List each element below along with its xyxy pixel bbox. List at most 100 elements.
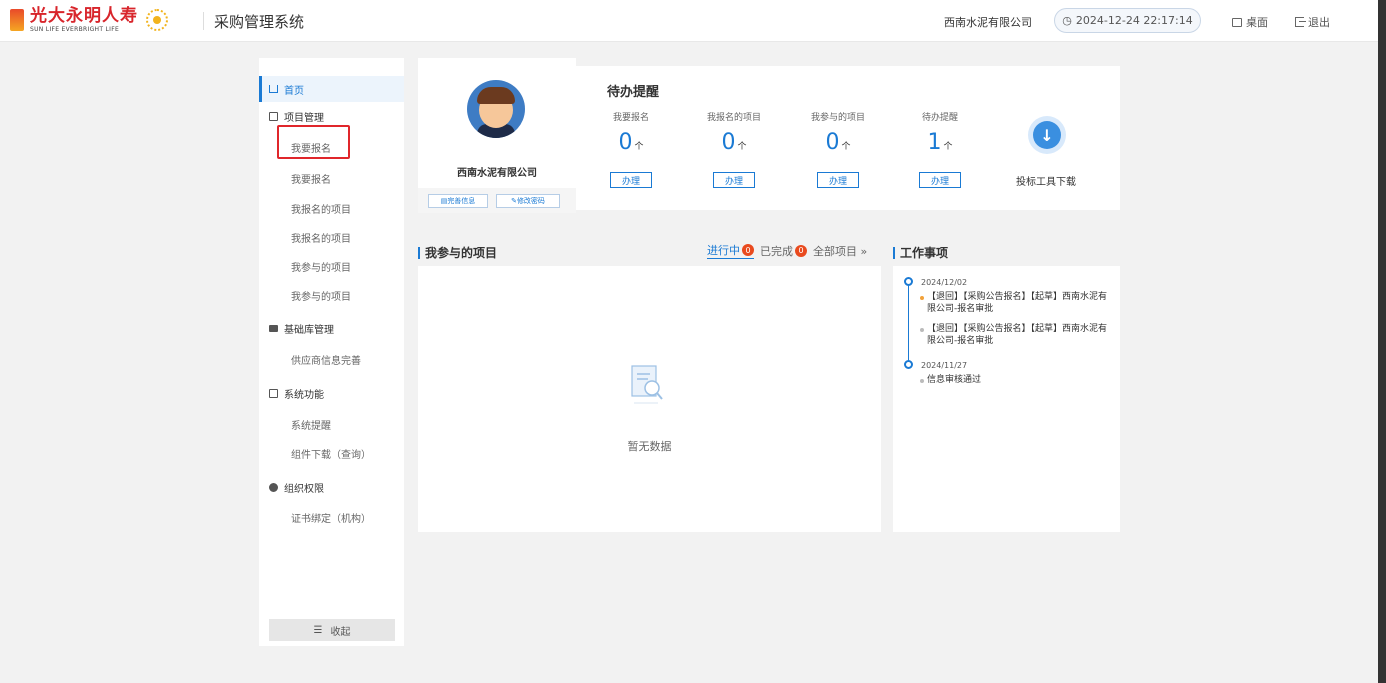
tab-all-projects[interactable]: 全部项目 » — [813, 243, 867, 259]
desktop-icon — [1232, 17, 1242, 27]
projects-tabs: 进行中 0 已完成 0 全部项目 » — [707, 242, 867, 259]
download-arrow-icon: ↓ — [1033, 121, 1061, 149]
complete-info-label: 完善信息 — [447, 197, 476, 205]
datetime-text: 2024-12-24 22:17:14 — [1075, 14, 1193, 27]
complete-info-button[interactable]: ▤ 完善信息 — [428, 194, 488, 208]
projects-heading: 我参与的项目 — [418, 244, 497, 261]
sidebar-item-component-download[interactable]: 组件下载（查询） — [291, 446, 371, 461]
logout-icon — [1295, 17, 1306, 27]
logo-mark-icon — [10, 9, 24, 31]
sidebar-group-base[interactable]: 基础库管理 — [259, 318, 334, 338]
stat-action-button[interactable]: 办理 — [919, 172, 961, 188]
sidebar-item-label: 首页 — [284, 85, 304, 97]
highlight-box — [277, 125, 350, 159]
sidebar-group-label: 组织权限 — [284, 483, 324, 495]
logo-chinese-text: 光大永明人寿 — [30, 5, 138, 26]
collapse-button[interactable]: ☰ 收起 — [269, 619, 395, 641]
menu-icon: ☰ — [313, 624, 323, 636]
sidebar-item-home[interactable]: 首页 — [259, 76, 404, 102]
projects-title: 我参与的项目 — [425, 246, 498, 260]
count-badge: 0 — [795, 244, 807, 257]
sidebar-item-signup-2[interactable]: 我要报名 — [291, 171, 331, 186]
stat-label: 我参与的项目 — [810, 113, 865, 123]
top-bar: 光大永明人寿 SUN LIFE EVERBRIGHT LIFE 采购管理系统 西… — [0, 0, 1386, 42]
profile-company-name: 西南水泥有限公司 — [457, 168, 537, 179]
tab-label: 进行中 — [707, 244, 740, 257]
timeline-dot — [904, 360, 913, 369]
work-entry[interactable]: 【退回】【采购公告报名】【起草】西南水泥有限公司-报名审批 — [919, 291, 1114, 315]
sidebar-group-project[interactable]: 项目管理 — [259, 106, 324, 126]
avatar — [467, 80, 525, 138]
todo-title: 待办提醒 — [607, 85, 660, 100]
change-password-label: 修改密码 — [516, 197, 545, 205]
stat-action-button[interactable]: 办理 — [610, 172, 652, 188]
header-divider — [203, 12, 204, 30]
timeline-date: 2024/11/27 — [921, 361, 968, 370]
work-entry[interactable]: 【退回】【采购公告报名】【起草】西南水泥有限公司-报名审批 — [919, 323, 1114, 347]
sidebar-group-label: 项目管理 — [284, 112, 324, 124]
window-scrollbar[interactable] — [1378, 0, 1386, 683]
stat-action-button[interactable]: 办理 — [817, 172, 859, 188]
download-label[interactable]: 投标工具下载 — [1016, 173, 1076, 188]
work-panel: 2024/12/02 【退回】【采购公告报名】【起草】西南水泥有限公司-报名审批… — [893, 266, 1120, 532]
database-icon — [269, 324, 278, 332]
stat-label: 我报名的项目 — [706, 113, 761, 123]
logout-label: 退出 — [1308, 16, 1330, 29]
work-entry[interactable]: 信息审核通过 — [919, 374, 1114, 386]
sidebar-group-label: 系统功能 — [284, 389, 324, 401]
sidebar-group-label: 基础库管理 — [284, 324, 334, 336]
tab-label: 已完成 — [760, 244, 793, 258]
projects-panel: 暂无数据 — [418, 266, 881, 532]
timeline-dot — [904, 277, 913, 286]
folder-icon — [269, 111, 278, 121]
stat-label: 待办提醒 — [921, 113, 958, 123]
desktop-label: 桌面 — [1246, 16, 1268, 29]
profile-card: 西南水泥有限公司 ▤ 完善信息 ✎ 修改密码 — [418, 58, 576, 213]
sun-icon — [146, 9, 168, 31]
edit-doc-icon: ▤ — [440, 197, 448, 205]
todo-panel: 待办提醒 我要报名 0个 办理 我报名的项目 0个 办理 我参与的项目 0个 办… — [576, 66, 1120, 210]
datetime-pill: ◷ 2024-12-24 22:17:14 — [1054, 8, 1201, 33]
sidebar-group-org[interactable]: 组织权限 — [259, 477, 324, 497]
desktop-link[interactable]: 桌面 — [1232, 14, 1268, 30]
system-title: 采购管理系统 — [214, 13, 305, 31]
brand-logo: 光大永明人寿 SUN LIFE EVERBRIGHT LIFE — [10, 7, 168, 33]
sidebar-group-system[interactable]: 系统功能 — [259, 383, 324, 403]
stat-todo-reminder: 待办提醒 1个 办理 — [900, 110, 980, 188]
stat-action-button[interactable]: 办理 — [713, 172, 755, 188]
shield-icon — [269, 482, 278, 492]
change-password-button[interactable]: ✎ 修改密码 — [496, 194, 560, 208]
stat-signed-projects: 我报名的项目 0个 办理 — [694, 110, 774, 188]
sidebar-item-joined-projects[interactable]: 我参与的项目 — [291, 259, 351, 274]
sidebar: 首页 项目管理 我要报名 我要报名 我报名的项目 我报名的项目 我参与的项目 我… — [259, 58, 404, 646]
stat-label: 我要报名 — [612, 113, 649, 123]
timeline-date: 2024/12/02 — [921, 278, 968, 287]
collapse-label: 收起 — [330, 626, 351, 638]
empty-text: 暂无数据 — [627, 440, 672, 453]
work-title: 工作事项 — [900, 246, 949, 260]
sidebar-item-signed-projects[interactable]: 我报名的项目 — [291, 201, 351, 216]
sidebar-item-system-reminder[interactable]: 系统提醒 — [291, 417, 331, 432]
work-heading: 工作事项 — [893, 244, 948, 261]
sidebar-item-supplier-info[interactable]: 供应商信息完善 — [291, 352, 361, 367]
count-badge: 0 — [742, 244, 754, 256]
company-name: 西南水泥有限公司 — [944, 16, 1032, 29]
profile-actions: ▤ 完善信息 ✎ 修改密码 — [418, 188, 576, 213]
logout-link[interactable]: 退出 — [1295, 14, 1330, 30]
monitor-icon — [269, 388, 278, 398]
stat-value: 0个 — [721, 130, 747, 155]
stat-value: 0个 — [618, 130, 644, 155]
timeline-line — [908, 284, 909, 366]
heading-bar — [418, 246, 420, 259]
sidebar-item-joined-projects-2[interactable]: 我参与的项目 — [291, 288, 351, 303]
tab-in-progress[interactable]: 进行中 0 — [707, 242, 754, 259]
empty-data-icon — [631, 365, 663, 404]
stat-value: 0个 — [825, 130, 851, 155]
tab-completed[interactable]: 已完成 0 — [760, 243, 807, 259]
home-icon — [269, 85, 278, 93]
download-button[interactable]: ↓ — [1028, 116, 1066, 154]
heading-bar — [893, 246, 895, 259]
clock-icon: ◷ — [1062, 14, 1072, 27]
sidebar-item-cert-binding[interactable]: 证书绑定（机构） — [291, 510, 371, 525]
sidebar-item-signed-projects-2[interactable]: 我报名的项目 — [291, 230, 351, 245]
